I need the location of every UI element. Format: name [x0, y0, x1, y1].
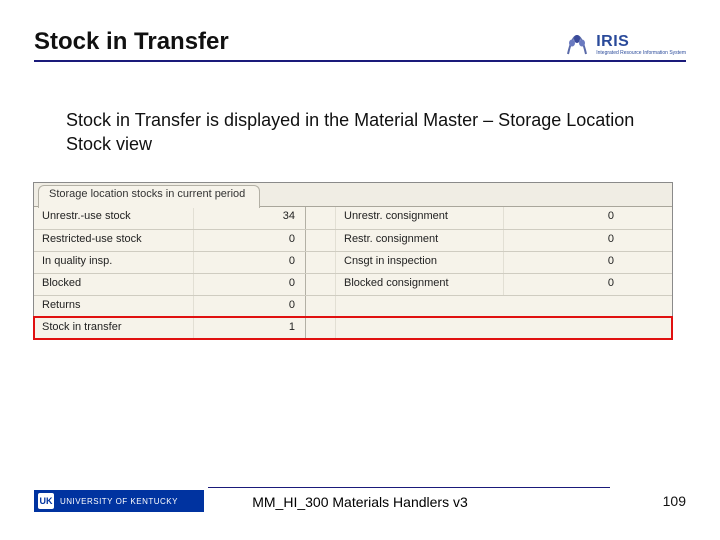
stock-value: 0	[194, 296, 306, 317]
consignment-value	[504, 318, 624, 339]
spacer	[306, 252, 336, 273]
page-title: Stock in Transfer	[34, 28, 229, 56]
stock-value: 1	[194, 318, 306, 339]
spacer	[306, 274, 336, 295]
stock-value: 0	[194, 252, 306, 273]
spacer	[306, 230, 336, 251]
stock-type-label: Stock in transfer	[34, 318, 194, 339]
stock-type-label: Returns	[34, 296, 194, 317]
table-row: Blocked0Blocked consignment0	[34, 273, 672, 295]
stock-value: 0	[194, 274, 306, 295]
footer-title: MM_HI_300 Materials Handlers v3	[0, 494, 720, 510]
table-row: Unrestr.-use stock34 Unrestr. consignment…	[34, 207, 672, 229]
consignment-label: Cnsgt in inspection	[336, 252, 504, 273]
spacer	[306, 207, 336, 229]
consignment-value: 0	[504, 274, 624, 295]
table-row: Restricted-use stock0Restr. consignment0	[34, 229, 672, 251]
spacer	[306, 318, 336, 339]
stock-type-label: In quality insp.	[34, 252, 194, 273]
iris-icon	[562, 32, 592, 56]
stock-type-label: Unrestr.-use stock	[34, 207, 194, 229]
consignment-label: Restr. consignment	[336, 230, 504, 251]
body-text: Stock in Transfer is displayed in the Ma…	[66, 108, 660, 157]
stock-value: 34	[194, 207, 306, 229]
table-row: Stock in transfer1	[34, 317, 672, 339]
stock-type-label: Blocked	[34, 274, 194, 295]
consignment-label: Blocked consignment	[336, 274, 504, 295]
stock-panel: Storage location stocks in current perio…	[33, 182, 673, 340]
stock-type-label: Restricted-use stock	[34, 230, 194, 251]
consignment-label: Unrestr. consignment	[336, 207, 504, 229]
consignment-value: 0	[504, 207, 624, 229]
consignment-label	[336, 296, 504, 317]
tab-storage-location-stocks[interactable]: Storage location stocks in current perio…	[38, 185, 260, 208]
table-row: In quality insp.0Cnsgt in inspection0	[34, 251, 672, 273]
table-row: Returns0	[34, 295, 672, 317]
consignment-value	[504, 296, 624, 317]
iris-logo: IRIS Integrated Resource Information Sys…	[562, 32, 686, 56]
iris-subtitle: Integrated Resource Information System	[596, 51, 686, 56]
footer-divider	[208, 487, 610, 488]
stock-value: 0	[194, 230, 306, 251]
spacer	[306, 296, 336, 317]
consignment-value: 0	[504, 252, 624, 273]
consignment-value: 0	[504, 230, 624, 251]
consignment-label	[336, 318, 504, 339]
iris-wordmark: IRIS	[596, 33, 629, 51]
